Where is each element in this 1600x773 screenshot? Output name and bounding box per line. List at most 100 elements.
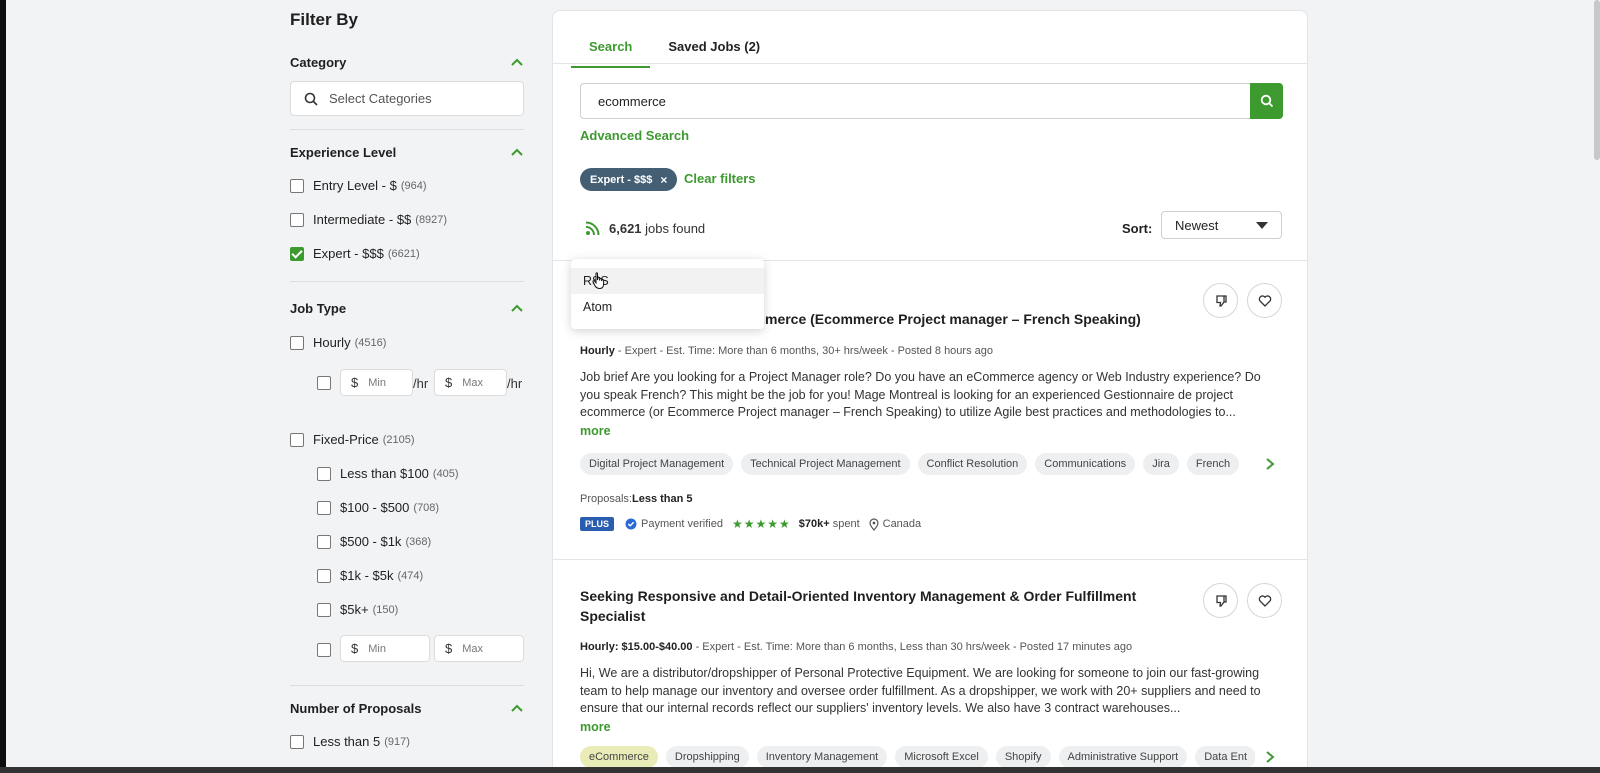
skill-tag[interactable]: Inventory Management — [756, 746, 888, 768]
checkbox[interactable] — [290, 432, 304, 447]
option-label: Hourly — [313, 335, 351, 350]
skill-tag[interactable]: Conflict Resolution — [917, 453, 1028, 475]
clear-filters-link[interactable]: Clear filters — [684, 171, 756, 186]
job-meta-details: - Expert - Est. Time: More than 6 months… — [692, 641, 1133, 653]
experience-expert-option[interactable]: Expert - $$$ (6621) — [290, 246, 420, 261]
job-description: Hi, We are a distributor/dropshipper of … — [580, 666, 1261, 715]
rss-icon[interactable] — [585, 221, 600, 236]
job-type: Hourly: $15.00-$40.00 — [580, 641, 693, 653]
window-edge — [0, 0, 6, 773]
dislike-button[interactable] — [1203, 583, 1238, 618]
experience-label: Experience Level — [290, 144, 397, 160]
per-hour-label: /hr — [507, 376, 523, 391]
chevron-up-icon[interactable] — [510, 301, 524, 315]
option-label: Expert - $$$ — [313, 246, 384, 261]
skill-tag[interactable]: Jira — [1143, 453, 1179, 475]
fixed-max-input[interactable]: $ Max — [434, 635, 524, 662]
advanced-search-link[interactable]: Advanced Search — [580, 128, 689, 143]
checkbox[interactable] — [317, 500, 331, 515]
skill-tag[interactable]: Microsoft Excel — [895, 746, 988, 768]
option-count: (474) — [397, 569, 424, 582]
fixed-price-range-option[interactable]: $5k+ (150) — [317, 602, 398, 617]
close-icon[interactable]: × — [660, 173, 667, 187]
currency-symbol: $ — [351, 375, 359, 390]
job-search-panel: Search Saved Jobs (2) ecommerce Advanced… — [552, 10, 1308, 773]
skill-tag[interactable]: Dropshipping — [665, 746, 749, 768]
rating-stars-icon: ★★★★★ — [731, 517, 791, 531]
active-filter-chip[interactable]: Expert - $$$ × — [580, 168, 678, 191]
checkbox[interactable] — [290, 734, 304, 749]
checkbox[interactable] — [317, 568, 331, 583]
checkbox[interactable] — [290, 212, 304, 227]
fixed-price-range-option[interactable]: $500 - $1k (368) — [317, 534, 431, 549]
hourly-min-input[interactable]: $ Min — [340, 369, 413, 396]
hourly-rate-checkbox-row[interactable] — [317, 376, 340, 390]
max-placeholder: Max — [462, 642, 484, 655]
chevron-up-icon[interactable] — [510, 701, 524, 715]
fixed-price-range-option[interactable]: Less than $100 (405) — [317, 466, 459, 481]
checkbox[interactable] — [317, 643, 331, 657]
location-label: Canada — [882, 518, 922, 530]
chevron-up-icon[interactable] — [510, 55, 524, 69]
skill-tag[interactable]: Digital Project Management — [580, 453, 734, 475]
client-location: Canada — [869, 517, 922, 531]
menu-item-atom[interactable]: Atom — [571, 294, 764, 320]
skill-tag[interactable]: French — [1186, 453, 1240, 475]
divider — [290, 129, 524, 130]
job-title[interactable]: Seeking Responsive and Detail-Oriented I… — [580, 586, 1160, 626]
experience-intermediate-option[interactable]: Intermediate - $$ (8927) — [290, 212, 447, 227]
skill-tag[interactable]: Technical Project Management — [741, 453, 910, 475]
sort-label: Sort: — [1122, 221, 1153, 236]
payment-verified: Payment verified — [625, 518, 723, 530]
job-search-input[interactable]: ecommerce — [580, 83, 1251, 119]
fixed-custom-checkbox-row[interactable] — [317, 643, 340, 657]
skills-list: eCommerce Dropshipping Inventory Managem… — [580, 746, 1255, 768]
experience-entry-option[interactable]: Entry Level - $ (964) — [290, 178, 427, 193]
option-label: Less than $100 — [340, 466, 429, 481]
dislike-button[interactable] — [1203, 283, 1238, 318]
skill-tag[interactable]: Administrative Support — [1058, 746, 1188, 768]
fixed-price-option[interactable]: Fixed-Price (2105) — [290, 432, 415, 447]
category-search-input[interactable]: Select Categories — [290, 81, 524, 116]
job-type-label: Job Type — [290, 300, 347, 316]
proposals-label: Proposals: — [580, 493, 632, 505]
page-scrollbar[interactable] — [1594, 0, 1600, 160]
skill-tag[interactable]: eCommerce — [580, 746, 658, 768]
skill-tag[interactable]: Shopify — [995, 746, 1051, 768]
skill-tag[interactable]: Data Ent — [1195, 746, 1255, 768]
search-button[interactable] — [1250, 83, 1283, 119]
chevron-right-icon[interactable] — [1264, 750, 1276, 764]
checkbox-checked[interactable] — [290, 246, 304, 261]
proposals-info: Proposals: Less than 5 — [580, 493, 693, 505]
chevron-up-icon[interactable] — [510, 145, 524, 159]
job-type-section-header[interactable]: Job Type — [290, 298, 524, 318]
hourly-option[interactable]: Hourly (4516) — [290, 335, 386, 350]
checkbox[interactable] — [317, 534, 331, 549]
more-link[interactable]: more — [580, 720, 611, 734]
proposals-section-header[interactable]: Number of Proposals — [290, 698, 524, 718]
option-label: $5k+ — [340, 602, 369, 617]
fixed-min-input[interactable]: $ Min — [340, 635, 430, 662]
proposals-option[interactable]: Less than 5 (917) — [290, 734, 410, 749]
window-bottom-edge — [0, 767, 1600, 773]
save-job-button[interactable] — [1247, 583, 1282, 618]
more-link[interactable]: more — [580, 424, 611, 438]
category-section-header[interactable]: Category — [290, 52, 524, 72]
verified-badge-icon — [625, 518, 637, 530]
checkbox[interactable] — [317, 376, 331, 390]
skill-tag[interactable]: Communications — [1035, 453, 1136, 475]
save-job-button[interactable] — [1247, 283, 1282, 318]
skills-list: Digital Project Management Technical Pro… — [580, 453, 1240, 475]
checkbox[interactable] — [317, 602, 331, 617]
chevron-right-icon[interactable] — [1264, 457, 1276, 471]
hourly-max-input[interactable]: $ Max — [434, 369, 507, 396]
location-pin-icon — [869, 517, 879, 531]
checkbox[interactable] — [290, 178, 304, 193]
sort-dropdown[interactable]: Newest — [1161, 211, 1282, 239]
experience-section-header[interactable]: Experience Level — [290, 142, 524, 162]
job-title[interactable]: ommerce (Ecommerce Project manager – Fre… — [744, 309, 1141, 329]
fixed-price-range-option[interactable]: $1k - $5k (474) — [317, 568, 423, 583]
checkbox[interactable] — [290, 335, 304, 350]
checkbox[interactable] — [317, 466, 331, 481]
fixed-price-range-option[interactable]: $100 - $500 (708) — [317, 500, 439, 515]
